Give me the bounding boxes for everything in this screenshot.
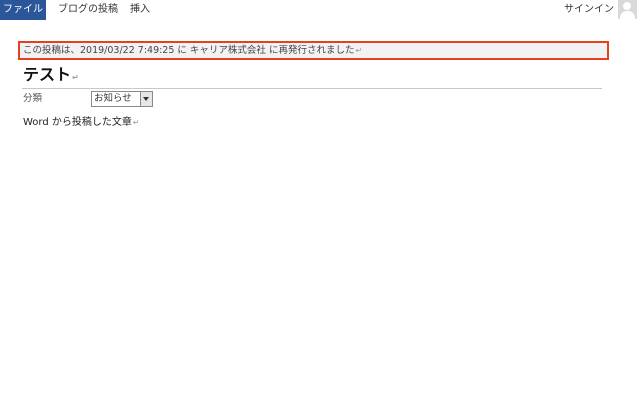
tab-file[interactable]: ファイル bbox=[0, 0, 46, 20]
post-body[interactable]: Word から投稿した文章↵ bbox=[23, 116, 140, 130]
document-area[interactable]: この投稿は、2019/03/22 7:49:25 に キャリア株式会社 に再発行… bbox=[0, 20, 640, 406]
category-selected-value: お知らせ bbox=[94, 93, 132, 104]
signin-link[interactable]: サインイン bbox=[564, 0, 614, 20]
ribbon-bar: ファイル ブログの投稿 挿入 サインイン bbox=[0, 0, 640, 20]
republish-notice: この投稿は、2019/03/22 7:49:25 に キャリア株式会社 に再発行… bbox=[18, 41, 609, 60]
chevron-down-icon bbox=[143, 97, 149, 101]
title-divider bbox=[22, 88, 602, 89]
republish-notice-text: この投稿は、2019/03/22 7:49:25 に キャリア株式会社 に再発行… bbox=[23, 45, 355, 56]
tab-insert[interactable]: 挿入 bbox=[130, 0, 150, 20]
paragraph-mark-icon: ↵ bbox=[72, 73, 79, 82]
paragraph-mark-icon: ↵ bbox=[355, 46, 363, 55]
user-avatar-icon[interactable] bbox=[618, 0, 637, 19]
avatar-head-shape bbox=[623, 2, 631, 10]
category-label: 分類 bbox=[23, 93, 43, 104]
post-title-text: テスト bbox=[23, 65, 72, 84]
dropdown-button[interactable] bbox=[140, 92, 152, 106]
paragraph-mark-icon: ↵ bbox=[132, 118, 140, 127]
category-select[interactable]: お知らせ bbox=[91, 91, 153, 107]
tab-blog-post[interactable]: ブログの投稿 bbox=[58, 0, 118, 20]
post-body-text: Word から投稿した文章 bbox=[23, 117, 132, 128]
post-title[interactable]: テスト↵ bbox=[23, 65, 79, 88]
avatar-shoulders-shape bbox=[620, 11, 635, 19]
